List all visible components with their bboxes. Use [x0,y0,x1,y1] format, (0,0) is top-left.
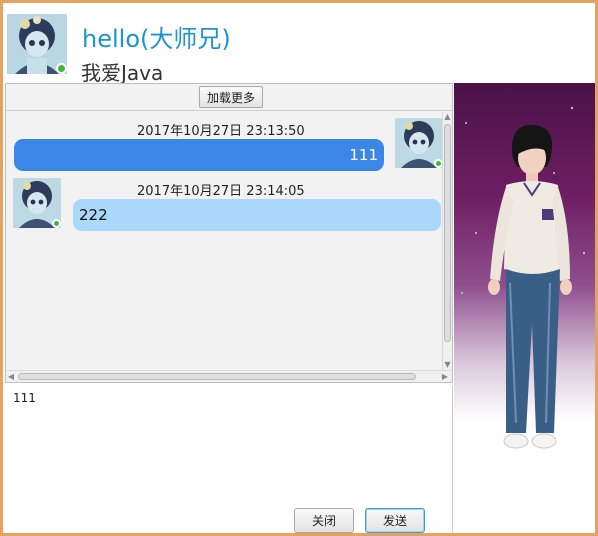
contact-signature: 我爱Java [81,61,164,85]
scroll-down-icon[interactable]: ▼ [443,360,452,370]
chat-header: hello(大师兄) 我爱Java [3,3,595,85]
online-status-icon [434,159,442,168]
chat-window: hello(大师兄) 我爱Java 加载更多 2017年10月27日 23:13… [0,0,598,536]
message-input-panel: 111 关闭 发送 [5,385,453,533]
send-button[interactable]: 发送 [365,508,425,533]
online-status-icon [52,219,61,228]
close-button[interactable]: 关闭 [294,508,354,533]
message-timestamp: 2017年10月27日 23:14:05 [137,184,305,199]
character-figure-image [461,106,586,449]
message-item-self: 2017年10月27日 23:13:50 111 [6,112,442,171]
horizontal-scroll-thumb[interactable] [18,373,416,380]
message-input[interactable]: 111 [13,391,443,491]
horizontal-scrollbar[interactable]: ◀ ▶ [6,370,452,382]
message-item-other: 2017年10月27日 23:14:05 222 [6,174,442,234]
message-timestamp: 2017年10月27日 23:13:50 [137,124,305,139]
contact-showcase-panel [454,83,595,533]
contact-message-avatar[interactable] [13,178,61,228]
scroll-right-icon[interactable]: ▶ [440,371,450,382]
load-more-button[interactable]: 加载更多 [199,86,263,108]
scroll-up-icon[interactable]: ▲ [443,112,452,122]
contact-avatar[interactable] [7,14,67,74]
vertical-scroll-thumb[interactable] [444,124,451,342]
online-status-icon [56,63,67,74]
message-bubble-other: 222 [73,199,441,231]
contact-name: hello(大师兄) [82,25,231,53]
self-avatar[interactable] [395,118,442,168]
message-list: 2017年10月27日 23:13:50 111 2017年10月27日 23:… [6,112,442,370]
message-history-panel[interactable]: 加载更多 2017年10月27日 23:13:50 111 2017年10月27… [5,83,453,383]
vertical-scrollbar[interactable]: ▲ ▼ [442,112,452,370]
load-more-bar: 加载更多 [6,84,452,111]
message-bubble-self: 111 [14,139,384,171]
scroll-left-icon[interactable]: ◀ [6,371,16,382]
